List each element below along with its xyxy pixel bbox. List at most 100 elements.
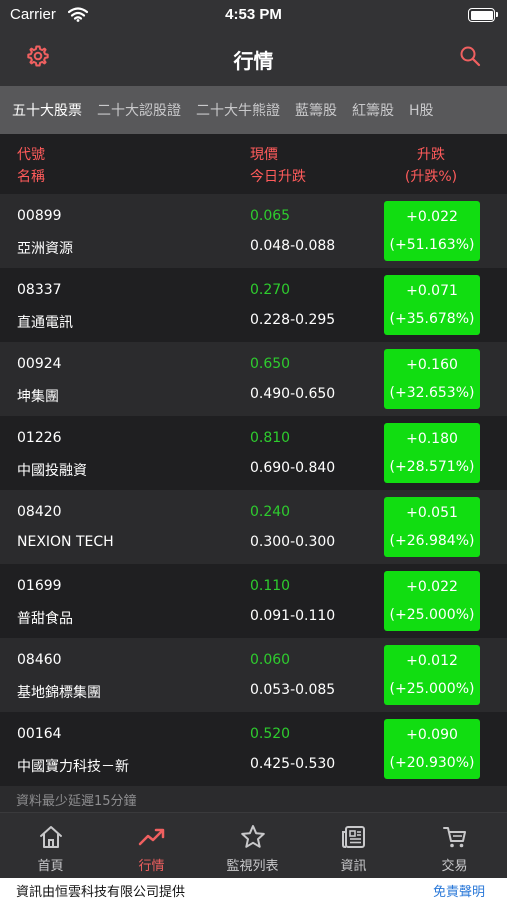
stock-code: 00899 — [17, 208, 62, 224]
stock-name: 基地錦標集團 — [17, 685, 101, 701]
change-value: +0.012 — [406, 653, 458, 669]
stock-price: 0.270 — [250, 282, 291, 298]
change-badge[interactable]: +0.022 (+25.000%) — [384, 571, 480, 631]
search-icon[interactable] — [459, 45, 481, 71]
tabbar-label-home: 首頁 — [37, 859, 64, 874]
table-row[interactable]: 01226 中國投融資 0.810 0.690-0.840 +0.180 (+2… — [0, 416, 507, 490]
change-percent: (+20.930%) — [389, 755, 475, 771]
tabbar-label-watchlist: 監視列表 — [226, 859, 279, 874]
name-header: 名稱 — [17, 169, 45, 185]
change-badge[interactable]: +0.071 (+35.678%) — [384, 275, 480, 335]
home-icon — [37, 823, 65, 851]
disclaimer-link[interactable]: 免責聲明 — [433, 881, 485, 900]
tabbar-item-trade[interactable]: 交易 — [404, 813, 505, 879]
table-row[interactable]: 00899 亞洲資源 0.065 0.048-0.088 +0.022 (+51… — [0, 194, 507, 268]
change-pct-header-label: (升跌%) — [404, 169, 458, 185]
stock-price: 0.060 — [250, 652, 291, 668]
stock-code: 08420 — [17, 504, 62, 520]
change-percent: (+25.000%) — [389, 681, 475, 697]
tab-red-chips[interactable]: 紅籌股 — [352, 100, 394, 120]
status-time: 4:53 PM — [225, 6, 282, 23]
change-header[interactable]: 升跌 (升跌%) — [386, 144, 476, 188]
range-header-label: 今日升跌 — [250, 169, 306, 185]
stock-price: 0.810 — [250, 430, 291, 446]
column-header: 代號 名稱 現價 今日升跌 升跌 (升跌%) — [0, 134, 507, 194]
change-value: +0.090 — [406, 727, 458, 743]
stock-day-range: 0.048-0.088 — [250, 238, 336, 254]
code-name-header[interactable]: 代號 名稱 — [17, 144, 45, 188]
tabbar-item-watchlist[interactable]: 監視列表 — [202, 813, 303, 879]
tabbar-label-trade: 交易 — [441, 859, 468, 874]
tab-h-shares[interactable]: H股 — [409, 100, 434, 120]
table-row[interactable]: 00164 中國寶力科技－新 0.520 0.425-0.530 +0.090 … — [0, 712, 507, 786]
change-percent: (+25.000%) — [389, 607, 475, 623]
table-row[interactable]: 08420 NEXION TECH 0.240 0.300-0.300 +0.0… — [0, 490, 507, 564]
change-percent: (+51.163%) — [389, 237, 475, 253]
change-value: +0.051 — [406, 505, 458, 521]
stock-code: 08337 — [17, 282, 62, 298]
tabbar-item-market[interactable]: 行情 — [101, 813, 202, 879]
tabbar-label-market: 行情 — [138, 859, 165, 874]
stock-code: 01699 — [17, 578, 62, 594]
table-row[interactable]: 01699 普甜食品 0.110 0.091-0.110 +0.022 (+25… — [0, 564, 507, 638]
tab-blue-chips[interactable]: 藍籌股 — [295, 100, 337, 120]
star-icon — [239, 823, 267, 851]
stock-name: 直通電訊 — [17, 315, 73, 331]
status-bar: Carrier 4:53 PM — [0, 0, 507, 32]
change-percent: (+26.984%) — [389, 533, 475, 549]
stock-name: NEXION TECH — [17, 534, 114, 550]
change-value: +0.022 — [406, 579, 458, 595]
table-row[interactable]: 08337 直通電訊 0.270 0.228-0.295 +0.071 (+35… — [0, 268, 507, 342]
change-value: +0.071 — [406, 283, 458, 299]
stock-price: 0.110 — [250, 578, 291, 594]
stock-day-range: 0.053-0.085 — [250, 682, 336, 698]
cart-icon — [441, 823, 469, 851]
change-percent: (+28.571%) — [389, 459, 475, 475]
stock-day-range: 0.490-0.650 — [250, 386, 336, 402]
change-badge[interactable]: +0.180 (+28.571%) — [384, 423, 480, 483]
stock-code: 08460 — [17, 652, 62, 668]
page-title: 行情 — [233, 49, 274, 73]
battery-icon — [468, 8, 498, 22]
change-badge[interactable]: +0.160 (+32.653%) — [384, 349, 480, 409]
change-value: +0.180 — [406, 431, 458, 447]
tab-top50-stocks[interactable]: 五十大股票 — [12, 100, 82, 120]
stock-price: 0.240 — [250, 504, 291, 520]
change-badge[interactable]: +0.022 (+51.163%) — [384, 201, 480, 261]
table-row[interactable]: 08460 基地錦標集團 0.060 0.053-0.085 +0.012 (+… — [0, 638, 507, 712]
stock-price: 0.520 — [250, 726, 291, 742]
stock-name: 亞洲資源 — [17, 241, 73, 257]
tabbar-item-home[interactable]: 首頁 — [0, 813, 101, 879]
change-badge[interactable]: +0.012 (+25.000%) — [384, 645, 480, 705]
change-badge[interactable]: +0.051 (+26.984%) — [384, 497, 480, 557]
stock-day-range: 0.690-0.840 — [250, 460, 336, 476]
tab-top20-warrants[interactable]: 二十大認股證 — [97, 100, 181, 120]
tabbar-item-news[interactable]: 資訊 — [303, 813, 404, 879]
code-header: 代號 — [17, 147, 45, 163]
stock-day-range: 0.300-0.300 — [250, 534, 336, 550]
data-provider-text: 資訊由恒雲科技有限公司提供 — [16, 885, 186, 900]
stock-price: 0.650 — [250, 356, 291, 372]
stock-name: 中國寶力科技－新 — [17, 759, 129, 775]
stock-code: 00164 — [17, 726, 62, 742]
stock-price: 0.065 — [250, 208, 291, 224]
stock-name: 普甜食品 — [17, 611, 73, 627]
stock-code: 00924 — [17, 356, 62, 372]
footer: 資訊由恒雲科技有限公司提供 免責聲明 — [0, 878, 507, 900]
stock-name: 中國投融資 — [17, 463, 87, 479]
change-header-label: 升跌 — [417, 147, 445, 163]
news-icon — [340, 823, 368, 851]
table-row[interactable]: 00924 坤集團 0.650 0.490-0.650 +0.160 (+32.… — [0, 342, 507, 416]
stock-name: 坤集團 — [17, 389, 59, 405]
bottom-tab-bar: 首頁 行情 監視列表 資訊 交易 — [0, 812, 507, 878]
trend-up-icon — [138, 823, 166, 851]
change-value: +0.160 — [406, 357, 458, 373]
stock-code: 01226 — [17, 430, 62, 446]
change-percent: (+32.653%) — [389, 385, 475, 401]
tab-top20-cbbc[interactable]: 二十大牛熊證 — [196, 100, 280, 120]
price-header[interactable]: 現價 今日升跌 — [250, 144, 306, 188]
tabbar-label-news: 資訊 — [340, 859, 367, 874]
price-header-label: 現價 — [250, 147, 278, 163]
stock-day-range: 0.425-0.530 — [250, 756, 336, 772]
change-badge[interactable]: +0.090 (+20.930%) — [384, 719, 480, 779]
